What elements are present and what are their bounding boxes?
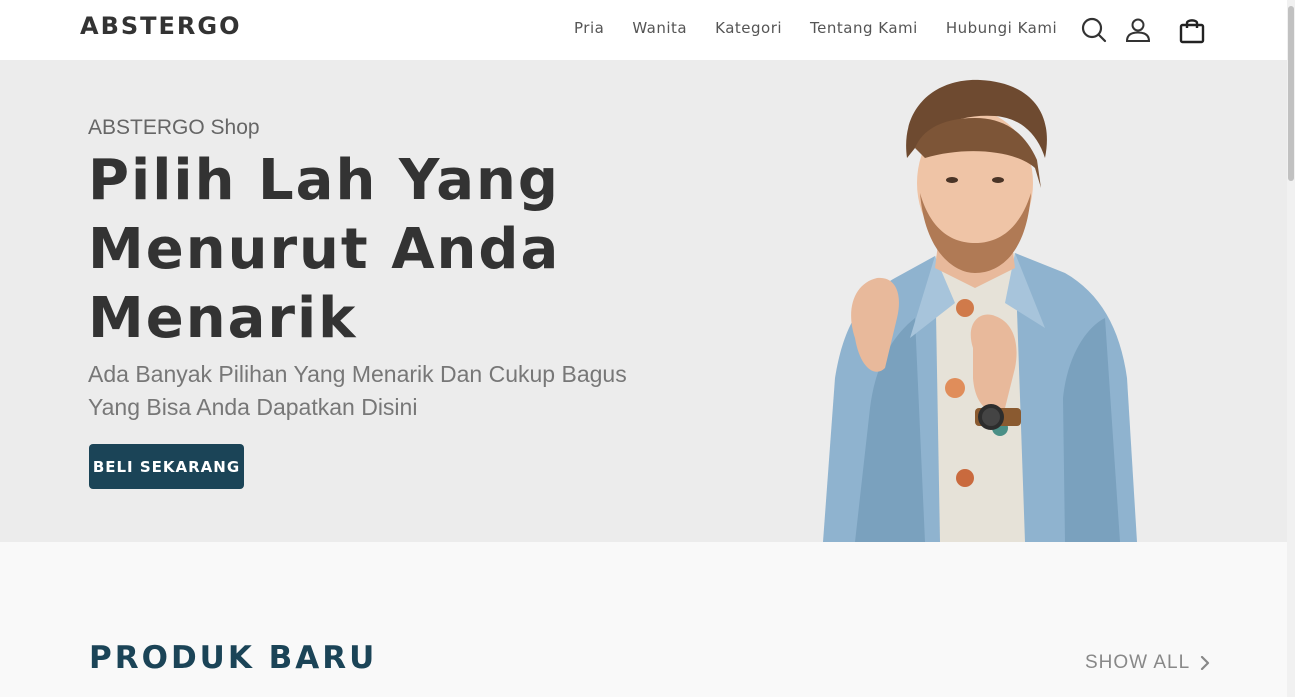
hero-banner: ABSTERGO Shop Pilih Lah Yang Menurut And… — [0, 60, 1287, 542]
nav-link-tentang-kami[interactable]: Tentang Kami — [810, 19, 918, 37]
show-all-link[interactable]: SHOW ALL — [1085, 652, 1210, 674]
nav-link-kategori[interactable]: Kategori — [715, 19, 782, 37]
hero-title: Pilih Lah Yang Menurut Anda Menarik — [88, 148, 561, 351]
chevron-right-icon — [1201, 656, 1210, 670]
nav-link-pria[interactable]: Pria — [574, 19, 604, 37]
user-icon[interactable] — [1124, 16, 1152, 44]
brand-logo[interactable]: ABSTERGO — [80, 12, 242, 40]
show-all-label: SHOW ALL — [1085, 652, 1191, 673]
navbar: ABSTERGO Pria Wanita Kategori Tentang Ka… — [0, 0, 1287, 60]
search-icon[interactable] — [1080, 16, 1108, 44]
buy-now-button[interactable]: BELI SEKARANG — [89, 444, 244, 489]
hero-kicker: ABSTERGO Shop — [88, 116, 260, 139]
scrollbar-thumb[interactable] — [1288, 6, 1294, 181]
page: ABSTERGO Pria Wanita Kategori Tentang Ka… — [0, 0, 1287, 697]
nav-link-wanita[interactable]: Wanita — [632, 19, 687, 37]
section-title: PRODUK BARU — [89, 640, 378, 676]
hero-subtitle: Ada Banyak Pilihan Yang Menarik Dan Cuku… — [88, 361, 627, 420]
new-products-section: PRODUK BARU SHOW ALL — [0, 542, 1287, 697]
main-nav: Pria Wanita Kategori Tentang Kami Hubung… — [574, 19, 1085, 37]
shopping-bag-icon[interactable] — [1178, 16, 1206, 44]
nav-link-hubungi-kami[interactable]: Hubungi Kami — [946, 19, 1057, 37]
vertical-scrollbar[interactable] — [1287, 0, 1295, 697]
model-photo — [823, 79, 1137, 542]
